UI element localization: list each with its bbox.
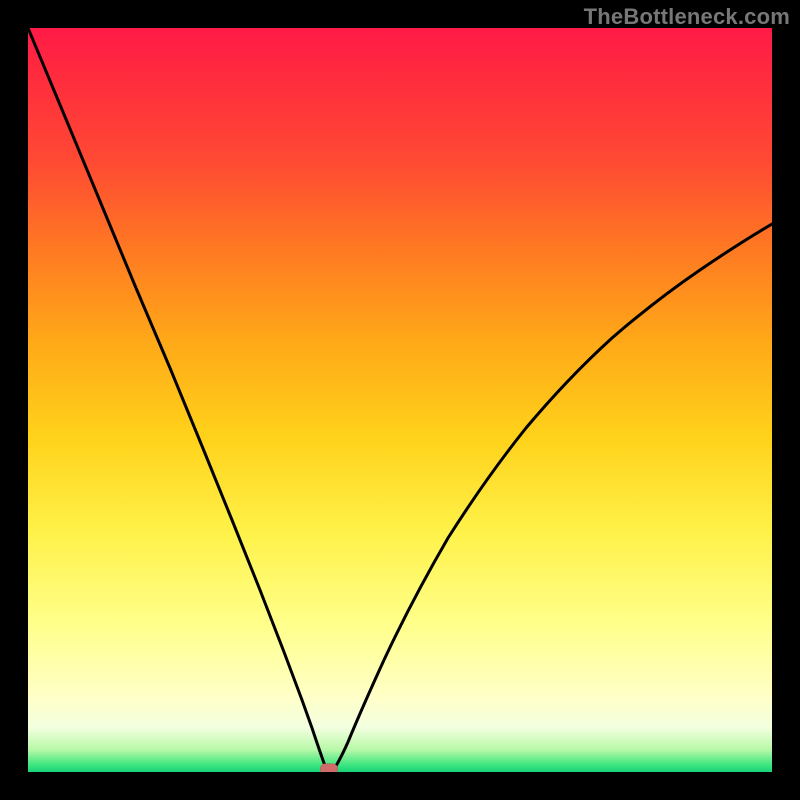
plot-area bbox=[28, 28, 772, 772]
curve-svg bbox=[28, 28, 772, 772]
watermark-text: TheBottleneck.com bbox=[584, 4, 790, 30]
bottleneck-curve-right bbox=[334, 224, 772, 769]
bottleneck-marker bbox=[320, 764, 338, 772]
chart-frame: TheBottleneck.com bbox=[0, 0, 800, 800]
bottleneck-curve-left bbox=[28, 28, 334, 769]
